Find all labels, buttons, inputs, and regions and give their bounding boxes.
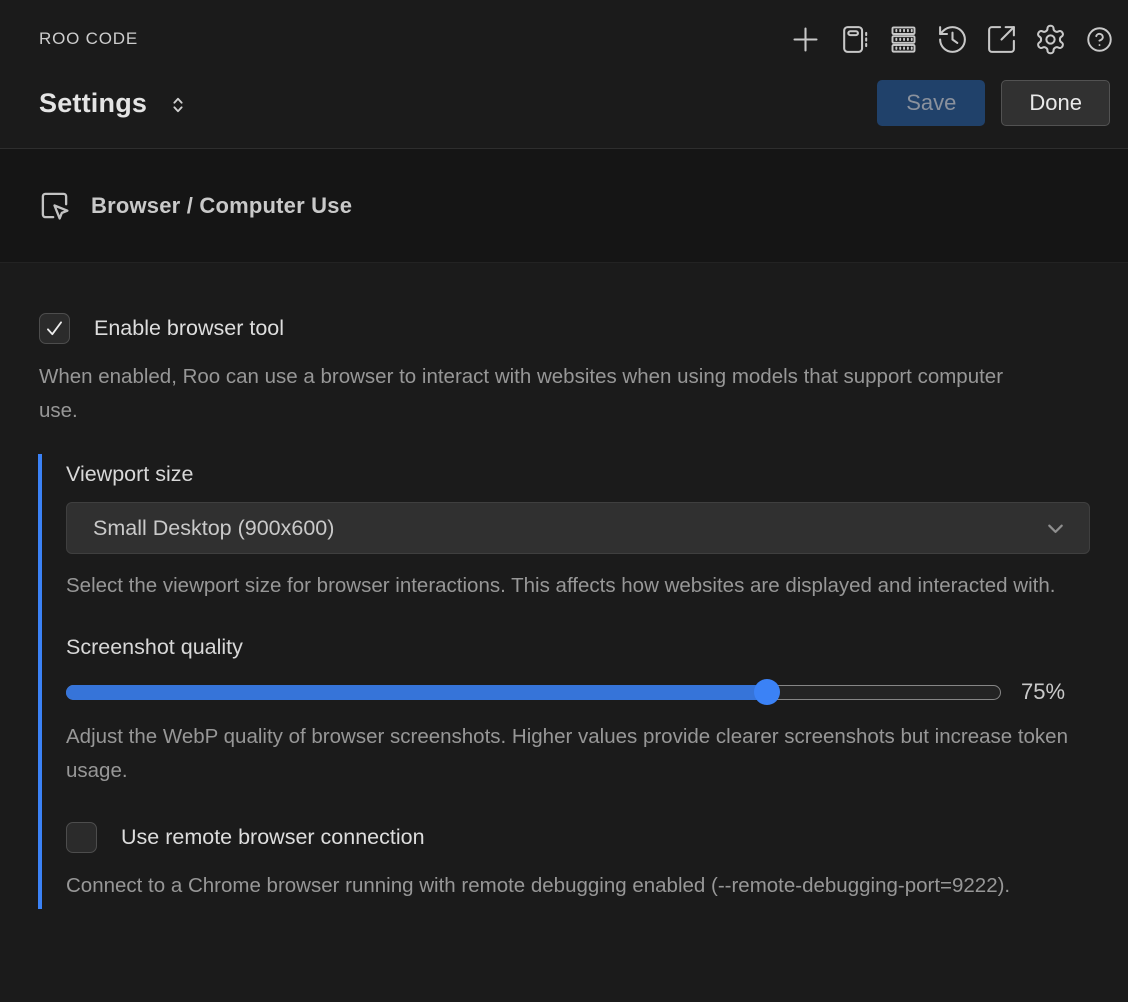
mcp-servers-button[interactable]	[885, 21, 922, 58]
done-button[interactable]: Done	[1001, 80, 1110, 126]
remote-browser-row: Use remote browser connection	[66, 822, 1128, 853]
enable-browser-tool-label: Enable browser tool	[94, 316, 284, 341]
remote-browser-checkbox[interactable]	[66, 822, 97, 853]
remote-browser-description: Connect to a Chrome browser running with…	[66, 869, 1011, 903]
new-task-button[interactable]	[787, 21, 824, 58]
plus-icon	[789, 23, 822, 56]
screenshot-quality-slider[interactable]	[66, 685, 1001, 700]
open-in-editor-button[interactable]	[983, 21, 1020, 58]
viewport-size-value: Small Desktop (900x600)	[93, 516, 334, 541]
settings-header-row: Settings Save Done	[0, 64, 1128, 148]
enable-browser-tool-description: When enabled, Roo can use a browser to i…	[39, 360, 1039, 428]
mcp-servers-icon	[887, 23, 920, 56]
open-in-editor-icon	[985, 23, 1018, 56]
section-title: Browser / Computer Use	[91, 193, 352, 219]
prompts-icon	[838, 23, 871, 56]
prompts-button[interactable]	[836, 21, 873, 58]
section-content: Enable browser tool When enabled, Roo ca…	[0, 313, 1128, 909]
screenshot-quality-fill	[66, 685, 766, 700]
history-button[interactable]	[934, 21, 971, 58]
gear-icon	[1034, 23, 1067, 56]
remote-browser-label: Use remote browser connection	[121, 825, 425, 850]
section-picker-toggle[interactable]	[167, 92, 189, 118]
viewport-size-label: Viewport size	[66, 462, 1128, 487]
help-button[interactable]	[1081, 21, 1118, 58]
section-header-browser-computer-use: Browser / Computer Use	[0, 149, 1128, 263]
enable-browser-tool-checkbox[interactable]	[39, 313, 70, 344]
app-title: ROO CODE	[39, 29, 138, 49]
check-icon	[44, 318, 65, 339]
chevron-down-icon	[1042, 515, 1069, 542]
browser-computer-use-icon	[39, 190, 70, 221]
settings-button[interactable]	[1032, 21, 1069, 58]
viewport-size-description: Select the viewport size for browser int…	[66, 569, 1071, 603]
help-icon	[1085, 25, 1114, 54]
top-bar: ROO CODE	[0, 0, 1128, 64]
save-button[interactable]: Save	[877, 80, 985, 126]
history-icon	[936, 23, 969, 56]
toolbar	[787, 21, 1118, 58]
roo-code-settings-panel: ROO CODE	[0, 0, 1128, 909]
chevron-up-down-icon	[167, 92, 189, 118]
browser-settings-group: Viewport size Small Desktop (900x600) Se…	[38, 454, 1128, 909]
enable-browser-tool-row: Enable browser tool	[39, 313, 1089, 344]
viewport-size-select[interactable]: Small Desktop (900x600)	[66, 502, 1090, 554]
screenshot-quality-label: Screenshot quality	[66, 635, 1128, 660]
screenshot-quality-thumb[interactable]	[754, 679, 780, 705]
screenshot-quality-row: 75%	[66, 679, 1128, 705]
page-title: Settings	[39, 88, 147, 119]
screenshot-quality-description: Adjust the WebP quality of browser scree…	[66, 720, 1071, 788]
screenshot-quality-value: 75%	[1021, 679, 1065, 705]
